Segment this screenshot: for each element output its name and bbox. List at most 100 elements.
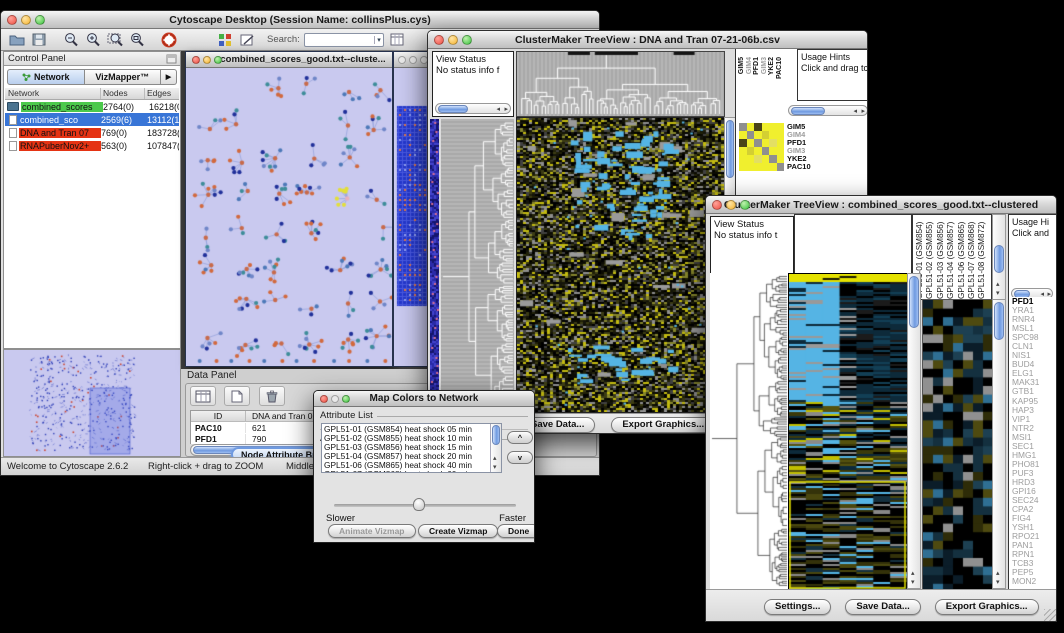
matrix-cell[interactable] <box>769 147 777 155</box>
close-icon[interactable] <box>398 56 406 64</box>
gene-label[interactable]: YRA1 <box>1012 306 1057 315</box>
gene-label[interactable]: PUF3 <box>1012 469 1057 478</box>
gene-label[interactable]: SEC1 <box>1012 442 1057 451</box>
scroll-down-icon[interactable]: ▾ <box>996 579 1000 587</box>
import-table-icon[interactable] <box>388 31 408 49</box>
overview-vscrollbar[interactable]: ▴ ▾ <box>992 299 1006 589</box>
matrix-cell[interactable] <box>762 131 770 139</box>
move-down-button[interactable]: v <box>507 451 533 464</box>
matrix-cell[interactable] <box>747 131 755 139</box>
gene-label[interactable]: GPI16 <box>1012 487 1057 496</box>
scroll-up-icon[interactable]: ▴ <box>996 281 1000 289</box>
help-icon[interactable] <box>159 31 179 49</box>
tab-vizmapper[interactable]: VizMapper™ <box>85 69 162 85</box>
matrix-cell[interactable] <box>739 123 747 131</box>
col-network[interactable]: Network <box>5 88 101 99</box>
attribute-listbox[interactable]: GPL51-01 (GSM854) heat shock 05 minGPL51… <box>321 423 502 473</box>
gene-label[interactable]: MSL1 <box>1012 324 1057 333</box>
matrix-cell[interactable] <box>754 139 762 147</box>
scroll-up-icon[interactable]: ▴ <box>911 570 915 578</box>
matrix-cell[interactable] <box>762 155 770 163</box>
zoom-window-icon[interactable] <box>342 395 350 403</box>
gene-label[interactable]: MON2 <box>1012 577 1057 586</box>
zoom-window-icon[interactable] <box>740 200 750 210</box>
matrix-cell[interactable] <box>769 131 777 139</box>
matrix-cell[interactable] <box>739 163 747 171</box>
matrix-cell[interactable] <box>747 123 755 131</box>
open-session-button[interactable] <box>7 31 27 49</box>
network-view-canvas[interactable] <box>186 68 392 366</box>
matrix-cell[interactable] <box>769 155 777 163</box>
gene-label[interactable]: HRD3 <box>1012 478 1057 487</box>
matrix-cell[interactable] <box>762 147 770 155</box>
matrix-cell[interactable] <box>747 163 755 171</box>
save-data-button[interactable]: Save Data... <box>845 599 920 615</box>
zoom-in-icon[interactable] <box>83 31 103 49</box>
matrix-cell[interactable] <box>747 147 755 155</box>
similarity-matrix[interactable] <box>739 123 784 171</box>
zoom-window-icon[interactable] <box>35 15 45 25</box>
matrix-cell[interactable] <box>739 131 747 139</box>
scroll-down-icon[interactable]: ▾ <box>493 464 497 472</box>
export-graphics-button[interactable]: Export Graphics... <box>611 417 715 433</box>
annotation-icon[interactable] <box>237 31 257 49</box>
gene-label[interactable]: GTB1 <box>1012 387 1057 396</box>
scroll-left-icon[interactable]: ◂ <box>853 108 857 116</box>
gene-label[interactable]: BUD4 <box>1012 360 1057 369</box>
gene-label[interactable]: ELG1 <box>1012 369 1057 378</box>
gene-label[interactable]: PFD1 <box>1012 297 1057 306</box>
matrix-cell[interactable] <box>754 147 762 155</box>
scroll-up-icon[interactable]: ▴ <box>996 570 1000 578</box>
minimize-icon[interactable] <box>409 56 417 64</box>
resize-grip[interactable] <box>1044 609 1056 621</box>
gene-label[interactable]: SPC98 <box>1012 333 1057 342</box>
new-attribute-icon[interactable] <box>224 386 250 406</box>
gene-label[interactable]: RPO21 <box>1012 532 1057 541</box>
scrollbar-thumb[interactable] <box>438 105 468 113</box>
network-list-row[interactable]: combined_scores2764(0)16218(0) <box>5 100 179 113</box>
data-col-id[interactable]: ID <box>191 411 246 421</box>
row-dendrogram-canvas[interactable] <box>441 119 514 411</box>
dense-network-canvas[interactable] <box>396 102 428 312</box>
save-session-button[interactable] <box>29 31 49 49</box>
matrix-cell[interactable] <box>777 155 785 163</box>
matrix-cell[interactable] <box>777 147 785 155</box>
scrollbar-thumb[interactable] <box>726 120 734 178</box>
attribute-list-vscrollbar[interactable]: ▴ ▾ <box>490 424 501 472</box>
heatmap-vscrollbar[interactable]: ▴ ▾ <box>907 273 921 589</box>
matrix-cell[interactable] <box>769 123 777 131</box>
gene-label[interactable]: RNR4 <box>1012 315 1057 324</box>
background-window-titlebar[interactable] <box>394 52 428 68</box>
create-vizmap-button[interactable]: Create Vizmap <box>418 524 498 538</box>
scroll-right-icon[interactable]: ▸ <box>861 108 865 116</box>
gene-label[interactable]: YSH1 <box>1012 523 1057 532</box>
gene-label[interactable]: NTR2 <box>1012 424 1057 433</box>
vizmap-shortcut-icon[interactable] <box>215 31 235 49</box>
matrix-cell[interactable] <box>747 139 755 147</box>
col-edges[interactable]: Edges <box>145 88 179 99</box>
zoom-window-icon[interactable] <box>462 35 472 45</box>
scroll-down-icon[interactable]: ▾ <box>996 290 1000 298</box>
gene-label[interactable]: RPN1 <box>1012 550 1057 559</box>
gene-label[interactable]: TCB3 <box>1012 559 1057 568</box>
done-button[interactable]: Done <box>497 524 535 538</box>
gene-label[interactable]: PEP5 <box>1012 568 1057 577</box>
view-status-hscrollbar[interactable]: ◂ ▸ <box>435 103 511 114</box>
matrix-cell[interactable] <box>762 139 770 147</box>
delete-attribute-icon[interactable] <box>259 386 285 406</box>
matrix-cell[interactable] <box>762 123 770 131</box>
gene-label[interactable]: CPA2 <box>1012 505 1057 514</box>
search-input[interactable]: ▾ <box>304 33 384 47</box>
gene-label[interactable]: MAK31 <box>1012 378 1057 387</box>
matrix-cell[interactable] <box>754 163 762 171</box>
matrix-cell[interactable] <box>754 155 762 163</box>
gene-label[interactable]: PAN1 <box>1012 541 1057 550</box>
tab-network[interactable]: Network <box>7 69 85 85</box>
matrix-cell[interactable] <box>739 147 747 155</box>
scrollbar-thumb[interactable] <box>909 276 919 328</box>
global-overview-strip[interactable] <box>430 119 439 411</box>
scrollbar-thumb[interactable] <box>791 107 825 115</box>
attribute-item[interactable]: GPL51-07 (GSM868) heat shock 60 min <box>324 470 501 473</box>
matrix-cell[interactable] <box>769 163 777 171</box>
gene-label[interactable]: SEC24 <box>1012 496 1057 505</box>
